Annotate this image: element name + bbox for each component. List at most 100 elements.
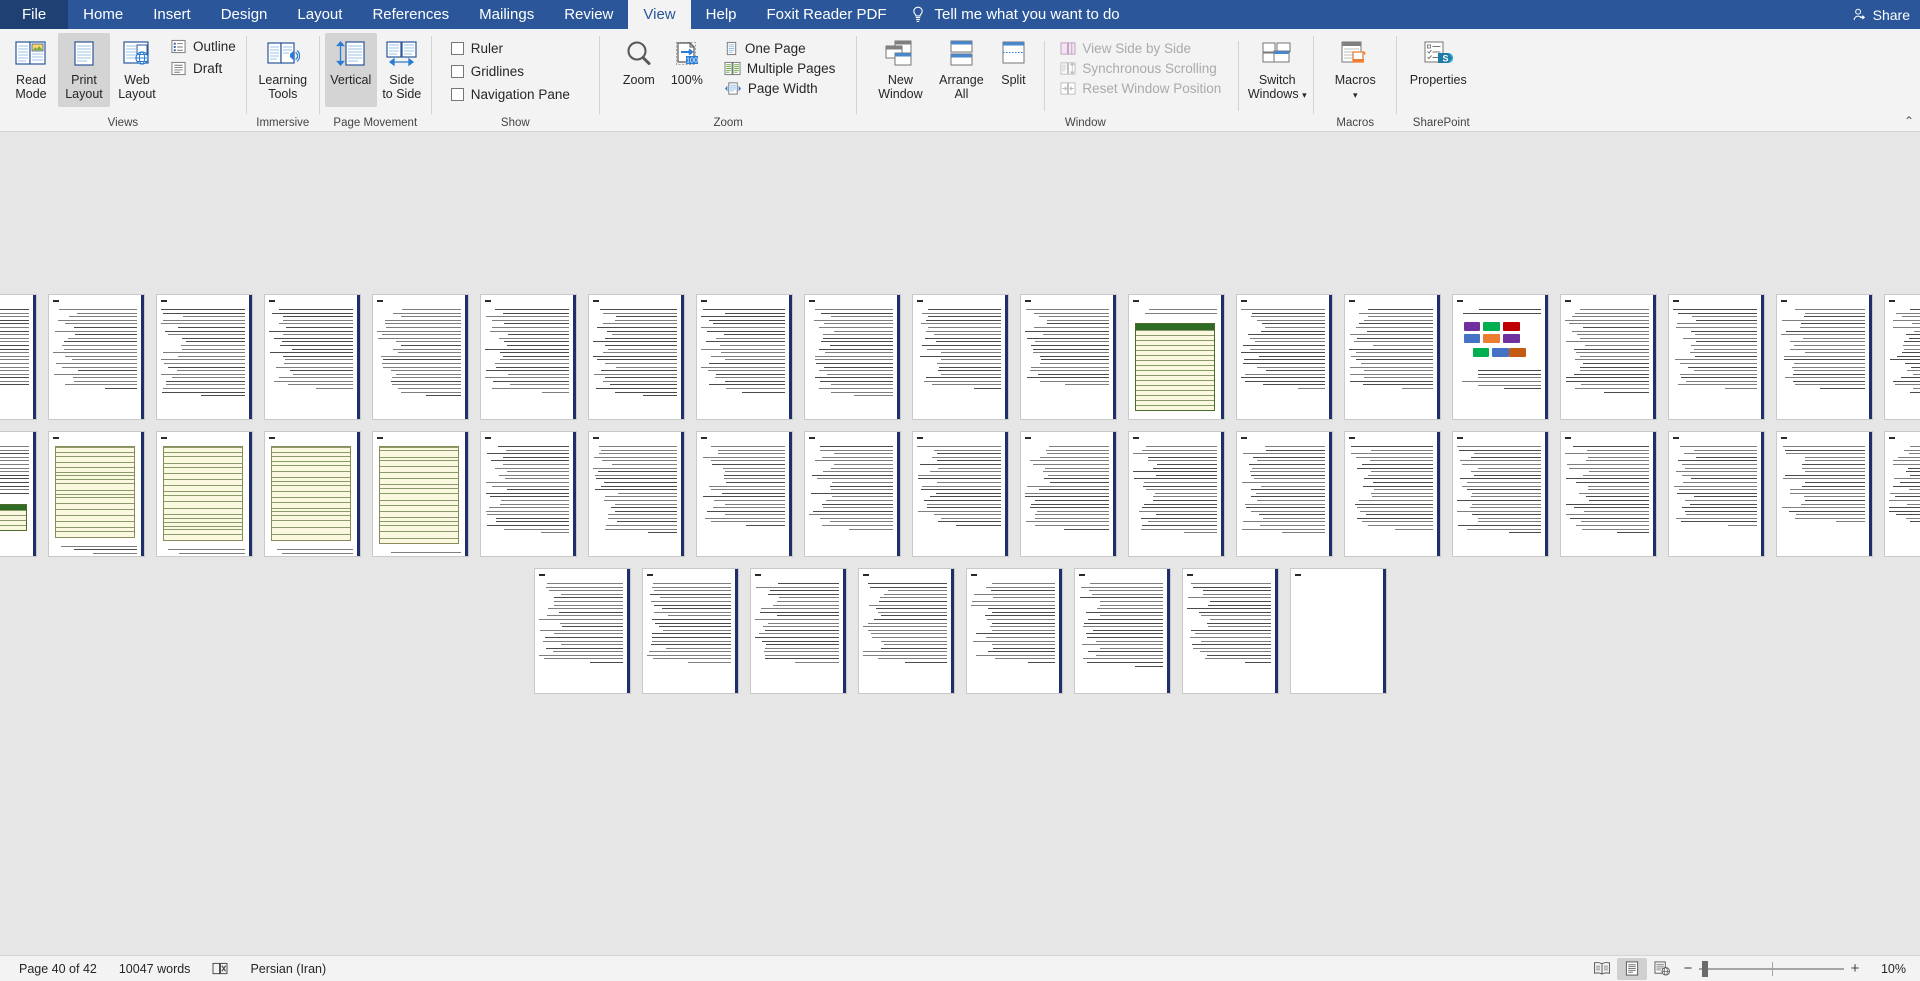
word-count[interactable]: 10047 words (108, 957, 202, 981)
page-thumbnail[interactable] (1343, 294, 1441, 420)
page-thumbnail[interactable] (1289, 568, 1387, 694)
page-thumbnail[interactable] (1235, 294, 1333, 420)
page-thumbnail[interactable] (479, 431, 577, 557)
gridlines-checkbox[interactable] (450, 65, 464, 78)
page-thumbnail[interactable] (0, 294, 37, 420)
page-thumbnail[interactable] (1127, 294, 1225, 420)
read-mode-view-button[interactable] (1587, 958, 1617, 980)
zoom-100-button[interactable]: 100 100% (665, 33, 709, 107)
macros-button[interactable]: Macros ▾ (1326, 33, 1384, 107)
tab-review[interactable]: Review (549, 0, 628, 29)
page-thumbnail[interactable] (1775, 431, 1873, 557)
page-thumbnail[interactable] (1451, 294, 1549, 420)
one-page-button[interactable]: One Page (720, 40, 840, 57)
page-content (1564, 300, 1649, 415)
page-thumbnail[interactable] (1667, 294, 1765, 420)
page-thumbnail[interactable] (1559, 431, 1657, 557)
page-thumbnail[interactable] (1883, 294, 1920, 420)
tab-foxit-reader-pdf[interactable]: Foxit Reader PDF (752, 0, 902, 29)
tab-references[interactable]: References (357, 0, 464, 29)
side-to-side-button[interactable]: Side to Side (378, 33, 426, 107)
split-button[interactable]: Split (991, 33, 1035, 107)
tab-file[interactable]: File (0, 0, 69, 29)
page-thumbnail[interactable] (641, 568, 739, 694)
draft-view-item[interactable]: Draft (168, 60, 239, 77)
page-thumbnail[interactable] (1451, 431, 1549, 557)
tab-mailings[interactable]: Mailings (464, 0, 549, 29)
page-thumbnail[interactable] (47, 431, 145, 557)
zoom-slider[interactable] (1699, 958, 1844, 980)
page-thumbnail[interactable] (1019, 431, 1117, 557)
tab-home[interactable]: Home (68, 0, 138, 29)
page-thumbnail[interactable] (803, 294, 901, 420)
page-thumbnail[interactable] (1883, 431, 1920, 557)
page-thumbnail[interactable] (0, 431, 37, 557)
page-width-button[interactable]: Page Width (720, 80, 840, 97)
page-thumbnail[interactable] (263, 294, 361, 420)
tab-view[interactable]: View (628, 0, 691, 29)
new-window-button[interactable]: New Window (869, 33, 931, 107)
read-mode-button[interactable]: Read Mode (5, 33, 57, 107)
print-layout-view-button[interactable] (1617, 957, 1647, 980)
zoom-level[interactable]: 10% (1866, 962, 1910, 976)
page-thumbnail[interactable] (1775, 294, 1873, 420)
zoom-out-button[interactable]: − (1677, 958, 1699, 980)
page-thumbnail[interactable] (965, 568, 1063, 694)
vertical-movement-button[interactable]: Vertical (324, 33, 377, 107)
page-thumbnail[interactable] (371, 294, 469, 420)
page-thumbnail[interactable] (155, 294, 253, 420)
page-thumbnail[interactable] (587, 294, 685, 420)
tab-insert[interactable]: Insert (138, 0, 206, 29)
gridlines-checkbox-row[interactable]: Gridlines (448, 63, 573, 80)
page-thumbnail[interactable] (1667, 431, 1765, 557)
page-thumbnail[interactable] (1181, 568, 1279, 694)
page-indicator[interactable]: Page 40 of 42 (8, 957, 108, 981)
page-content (1888, 300, 1920, 415)
page-thumbnail[interactable] (911, 431, 1009, 557)
zoom-slider-handle[interactable] (1702, 960, 1708, 977)
learning-tools-button[interactable]: Learning Tools (252, 33, 314, 107)
page-thumbnail[interactable] (1127, 431, 1225, 557)
page-thumbnail[interactable] (371, 431, 469, 557)
share-button[interactable]: Share (1852, 0, 1910, 29)
outline-view-item[interactable]: Outline (168, 38, 239, 55)
web-layout-button[interactable]: Web Layout (111, 33, 163, 107)
page-thumbnail[interactable] (1343, 431, 1441, 557)
page-thumbnail[interactable] (533, 568, 631, 694)
page-thumbnail[interactable] (749, 568, 847, 694)
multiple-pages-button[interactable]: Multiple Pages (720, 60, 840, 77)
ruler-checkbox-row[interactable]: Ruler (448, 40, 573, 57)
language-indicator[interactable]: Persian (Iran) (239, 957, 337, 981)
page-thumbnail[interactable] (857, 568, 955, 694)
page-thumbnail[interactable] (1235, 431, 1333, 557)
page-thumbnail[interactable] (587, 431, 685, 557)
tab-design[interactable]: Design (206, 0, 283, 29)
page-thumbnail[interactable] (1019, 294, 1117, 420)
tab-help[interactable]: Help (691, 0, 752, 29)
page-thumbnail[interactable] (911, 294, 1009, 420)
print-layout-button[interactable]: Print Layout (58, 33, 110, 107)
page-thumbnail[interactable] (479, 294, 577, 420)
properties-button[interactable]: S Properties (1407, 33, 1469, 107)
navigation-pane-checkbox[interactable] (450, 88, 464, 101)
ruler-checkbox[interactable] (450, 42, 464, 55)
document-canvas[interactable] (0, 132, 1920, 955)
tell-me-search[interactable]: Tell me what you want to do (902, 0, 1130, 29)
page-thumbnail[interactable] (1073, 568, 1171, 694)
web-layout-view-button[interactable] (1647, 958, 1677, 980)
collapse-ribbon-button[interactable]: ⌃ (1904, 114, 1914, 128)
page-thumbnail[interactable] (47, 294, 145, 420)
zoom-in-button[interactable]: + (1844, 958, 1866, 980)
navigation-pane-checkbox-row[interactable]: Navigation Pane (448, 86, 573, 103)
page-thumbnail[interactable] (695, 294, 793, 420)
page-thumbnail[interactable] (263, 431, 361, 557)
page-thumbnail[interactable] (695, 431, 793, 557)
tab-layout[interactable]: Layout (282, 0, 357, 29)
proofing-status[interactable] (201, 957, 239, 981)
zoom-dialog-button[interactable]: Zoom (614, 33, 664, 107)
switch-windows-button[interactable]: Switch Windows ▾ (1246, 33, 1308, 107)
page-thumbnail[interactable] (803, 431, 901, 557)
page-thumbnail[interactable] (155, 431, 253, 557)
page-thumbnail[interactable] (1559, 294, 1657, 420)
arrange-all-button[interactable]: Arrange All (932, 33, 990, 107)
